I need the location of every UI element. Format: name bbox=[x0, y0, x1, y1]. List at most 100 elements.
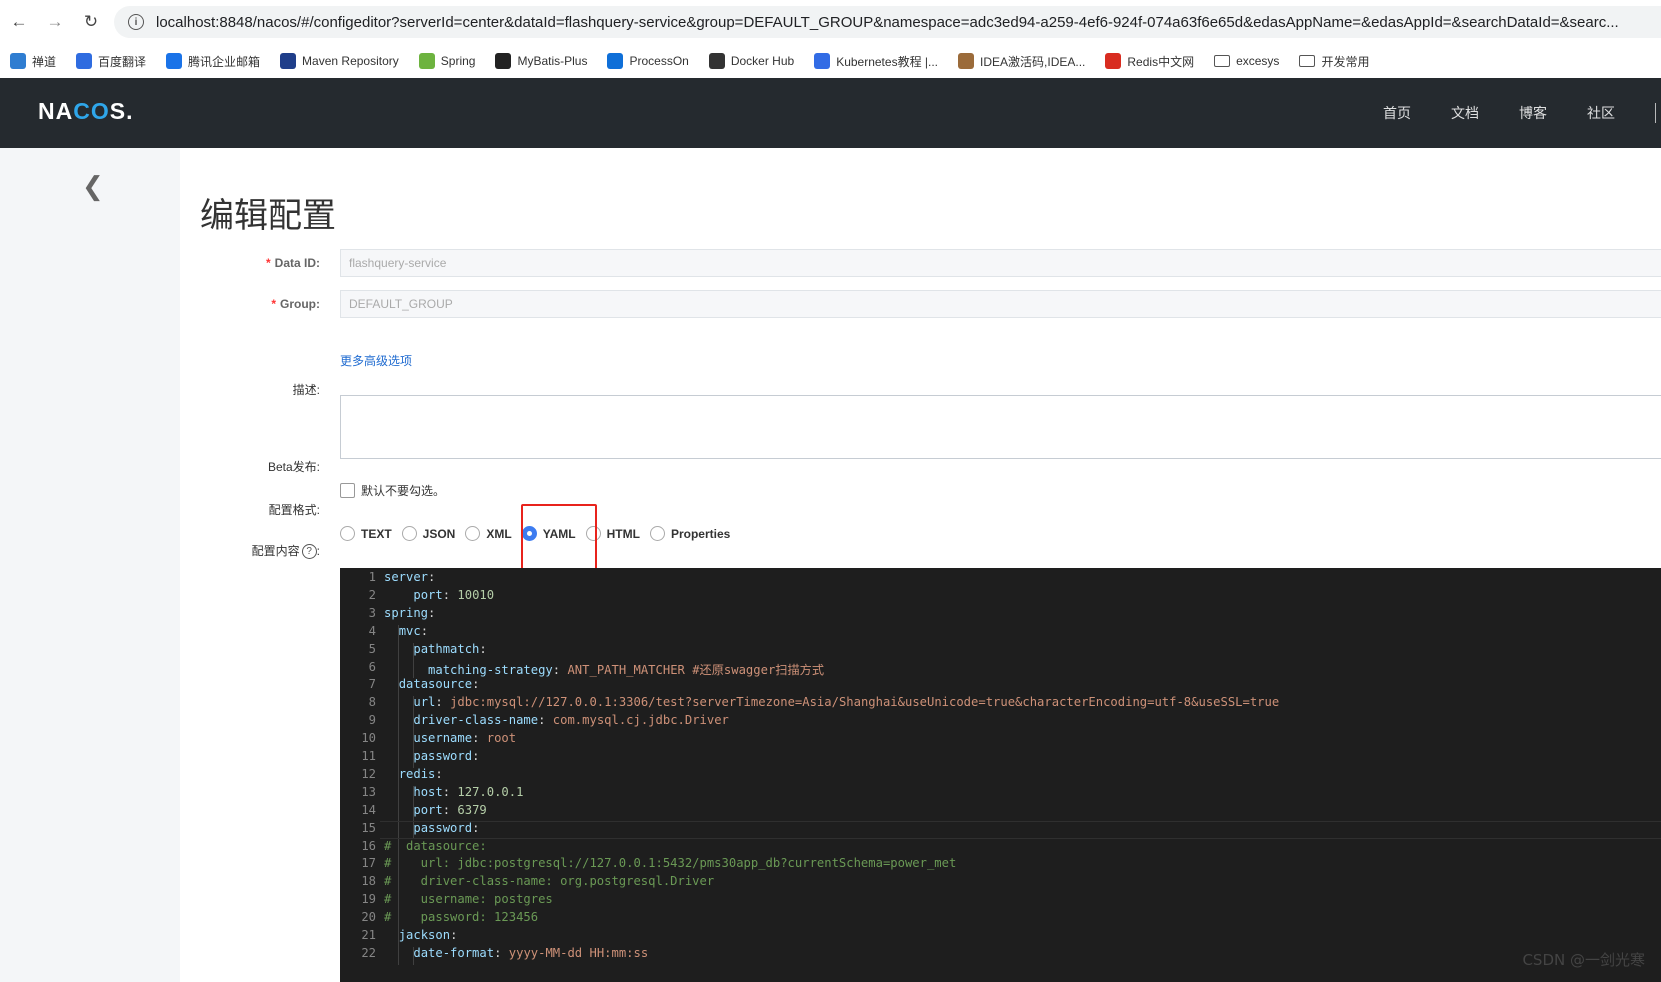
bookmark-label: excesys bbox=[1236, 54, 1280, 68]
code-line[interactable]: pathmatch: bbox=[384, 642, 486, 656]
code-line[interactable]: matching-strategy: ANT_PATH_MATCHER #还原s… bbox=[384, 660, 824, 678]
bookmark-item[interactable]: Redis中文网 bbox=[1105, 53, 1194, 70]
chandao-icon bbox=[10, 53, 26, 69]
code-line[interactable]: driver-class-name: com.mysql.cj.jdbc.Dri… bbox=[384, 713, 729, 727]
code-line[interactable]: port: 10010 bbox=[384, 588, 494, 602]
radio-label: XML bbox=[486, 526, 512, 541]
bookmark-item[interactable]: excesys bbox=[1214, 54, 1279, 68]
url-text: localhost:8848/nacos/#/configeditor?serv… bbox=[156, 13, 1619, 31]
bookmark-item[interactable]: Spring bbox=[418, 53, 476, 69]
bookmark-item[interactable]: MyBatis-Plus bbox=[495, 53, 587, 69]
bookmark-item[interactable]: 开发常用 bbox=[1299, 53, 1369, 70]
code-line[interactable]: username: root bbox=[384, 731, 516, 745]
code-line[interactable]: spring: bbox=[384, 606, 435, 620]
nav-community[interactable]: 社区 bbox=[1587, 103, 1615, 123]
nav-blog[interactable]: 博客 bbox=[1519, 103, 1547, 123]
spring-icon bbox=[418, 53, 435, 69]
sidebar: ❮ bbox=[0, 148, 180, 982]
help-icon[interactable]: ? bbox=[301, 544, 317, 560]
line-number: 8 bbox=[368, 695, 376, 710]
nacos-header: NACOS. 首页 文档 博客 社区 bbox=[0, 78, 1661, 148]
line-number: 10 bbox=[361, 731, 376, 746]
bookmark-label: Spring bbox=[440, 54, 476, 68]
code-line[interactable]: host: 127.0.0.1 bbox=[384, 785, 523, 799]
line-number: 21 bbox=[361, 928, 376, 942]
bookmark-label: ProcessOn bbox=[629, 54, 689, 68]
folder-icon bbox=[1214, 55, 1231, 67]
line-number: 18 bbox=[361, 874, 376, 889]
bookmark-item[interactable]: Docker Hub bbox=[708, 53, 795, 69]
bookmark-label: Maven Repository bbox=[302, 54, 399, 68]
back-arrow-icon[interactable]: ← bbox=[2, 5, 36, 39]
config-editor-page: 编辑配置 * Data ID: flashquery-service * Group… bbox=[180, 148, 1661, 982]
radio-label: TEXT bbox=[361, 526, 392, 541]
format-label: 配置格式: bbox=[268, 503, 320, 517]
bookmark-item[interactable]: 百度翻译 bbox=[76, 53, 146, 70]
forward-arrow-icon[interactable]: → bbox=[38, 5, 72, 39]
address-bar[interactable]: i localhost:8848/nacos/#/configeditor?se… bbox=[114, 6, 1661, 38]
bookmark-item[interactable]: Kubernetes教程 |... bbox=[814, 53, 938, 70]
code-editor[interactable]: 1 server: 2 port: 10010 3 spring: 4 mvc: 5 pat… bbox=[340, 568, 1661, 982]
nacos-logo[interactable]: NACOS. bbox=[38, 98, 133, 125]
tencent-mail-icon bbox=[166, 53, 183, 69]
bookmark-item[interactable]: 禅道 bbox=[10, 53, 56, 70]
format-radio-json[interactable]: JSON bbox=[401, 526, 456, 541]
code-line[interactable]: redis: bbox=[384, 767, 443, 781]
bookmark-label: Docker Hub bbox=[730, 54, 795, 68]
advanced-options-link[interactable]: 更多高级选项 bbox=[340, 352, 412, 369]
code-line[interactable]: port: 6379 bbox=[384, 803, 486, 817]
site-info-icon[interactable]: i bbox=[128, 14, 144, 30]
code-line[interactable]: jackson: bbox=[384, 928, 458, 942]
description-textarea[interactable] bbox=[340, 395, 1661, 459]
line-number: 20 bbox=[361, 910, 376, 925]
line-number: 5 bbox=[368, 641, 376, 656]
code-line[interactable]: date-format: yyyy-MM-dd HH:mm:ss bbox=[384, 946, 648, 960]
docker-icon bbox=[708, 53, 725, 69]
current-line-highlight bbox=[380, 820, 1661, 839]
code-line[interactable]: url: jdbc:mysql://127.0.0.1:3306/test?se… bbox=[384, 695, 1279, 709]
baidu-translate-icon bbox=[76, 53, 93, 69]
code-line[interactable]: server: bbox=[384, 570, 435, 584]
required-mark: * bbox=[265, 256, 271, 270]
code-line[interactable]: # url: jdbc:postgresql://127.0.0.1:5432/… bbox=[384, 856, 956, 870]
radio-label: JSON bbox=[422, 526, 456, 541]
line-number: 4 bbox=[368, 623, 376, 638]
code-line[interactable]: # datasource: bbox=[384, 839, 487, 853]
nav-home[interactable]: 首页 bbox=[1383, 103, 1411, 123]
beta-checkbox-text: 默认不要勾选。 bbox=[361, 484, 446, 498]
code-line[interactable]: # driver-class-name: org.postgresql.Driv… bbox=[384, 874, 714, 888]
code-line[interactable]: password: bbox=[384, 821, 479, 835]
format-radio-text[interactable]: TEXT bbox=[340, 526, 392, 541]
line-number: 9 bbox=[368, 713, 376, 728]
code-line[interactable]: # password: 123456 bbox=[384, 910, 538, 924]
code-line[interactable]: mvc: bbox=[384, 624, 428, 638]
nav-docs[interactable]: 文档 bbox=[1451, 103, 1479, 123]
bookmark-item[interactable]: 腾讯企业邮箱 bbox=[166, 53, 260, 70]
radio-circle[interactable] bbox=[465, 526, 481, 541]
radio-circle[interactable] bbox=[340, 526, 355, 541]
bookmarks-bar: 禅道 百度翻译 腾讯企业邮箱 Maven Repository Spring MyBati… bbox=[0, 44, 1661, 78]
bookmark-item[interactable]: ProcessOn bbox=[607, 53, 689, 69]
radio-circle[interactable] bbox=[649, 526, 665, 541]
format-radio-properties[interactable]: Properties bbox=[649, 526, 730, 541]
code-line[interactable]: password: bbox=[384, 749, 479, 763]
bookmark-label: 禅道 bbox=[32, 54, 57, 69]
content-label: 配置内容?: bbox=[251, 544, 320, 560]
line-number: 14 bbox=[361, 802, 376, 817]
group-label: * Group: bbox=[271, 297, 320, 311]
reload-icon[interactable]: ↻ bbox=[74, 5, 108, 39]
beta-checkbox[interactable]: 默认不要勾选。 bbox=[340, 482, 445, 499]
bookmark-label: 百度翻译 bbox=[98, 54, 147, 69]
line-number: 19 bbox=[361, 892, 376, 907]
data-id-label: * Data ID: bbox=[265, 256, 320, 270]
checkbox-box[interactable] bbox=[340, 483, 355, 498]
radio-circle[interactable] bbox=[401, 526, 417, 541]
yaml-highlight-box bbox=[521, 504, 597, 572]
bookmark-item[interactable]: IDEA激活码,IDEA... bbox=[958, 53, 1085, 70]
code-line[interactable]: # username: postgres bbox=[384, 892, 553, 906]
format-radio-xml[interactable]: XML bbox=[465, 526, 512, 541]
chevron-left-icon[interactable]: ❮ bbox=[82, 172, 104, 202]
bookmark-item[interactable]: Maven Repository bbox=[280, 53, 399, 69]
line-number: 7 bbox=[368, 677, 376, 692]
code-line[interactable]: datasource: bbox=[384, 677, 480, 691]
